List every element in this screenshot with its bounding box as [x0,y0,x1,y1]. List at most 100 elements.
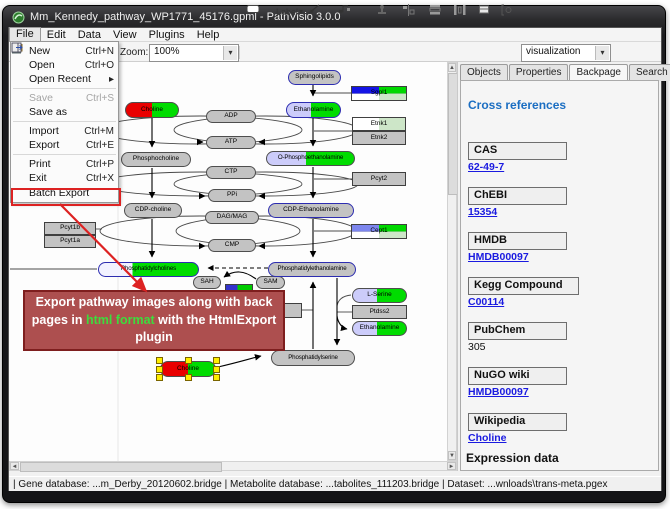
node-phosphatidylcholines[interactable]: Phosphatidylcholines [98,262,199,277]
selection-handle[interactable] [156,366,163,373]
import-icon [14,125,29,137]
node-choline[interactable]: Choline [125,102,179,118]
common-bounds-button[interactable] [500,3,506,20]
xref-header-cas: CAS [468,142,567,160]
file-menu-item-new[interactable]: NewCtrl+N [11,44,118,58]
selection-handle[interactable] [185,357,192,364]
node-pcyt2[interactable]: Pcyt2 [352,172,406,186]
status-text: | Gene database: ...m_Derby_20120602.bri… [13,479,607,490]
connector-tool-button[interactable]: ▾ [336,3,346,20]
menu-separator [13,88,116,89]
datanode-tool-button[interactable]: ▾ [245,3,255,20]
horizontal-scrollbar[interactable]: ◄ ► [9,461,457,471]
scroll-left-icon[interactable]: ◄ [10,462,19,470]
vertical-scrollbar[interactable]: ▲ ▼ [447,62,457,461]
node-anchor-box[interactable] [284,303,302,318]
menu-view[interactable]: View [107,28,143,42]
node-phosphocholine[interactable]: Phosphocholine [121,152,191,167]
node-cmp[interactable]: CMP [208,239,256,252]
tab-properties[interactable]: Properties [509,64,569,81]
selection-handle[interactable] [156,357,163,364]
line-tool-button[interactable]: ▾ [307,3,317,20]
node-ppi[interactable]: PPi [208,189,256,202]
stack-vertical-button[interactable] [428,3,434,20]
open-folder-icon [14,59,29,71]
annotation-callout: Export pathway images along with back pa… [23,290,285,351]
node-etnk1[interactable]: Etnk1 [352,117,406,131]
visualization-combo[interactable]: visualization ▾ [521,44,611,62]
xref-link-cas[interactable]: 62-49-7 [468,161,504,173]
node-etnk2[interactable]: Etnk2 [352,131,406,145]
xref-link-nugo[interactable]: HMDB00097 [468,386,529,398]
connector-icon [337,4,350,14]
node-sphingolipids[interactable]: Sphingolipids [288,70,341,85]
node-ptdss2[interactable]: Ptdss2 [352,305,407,319]
node-cdp-ethanolamine[interactable]: CDP-Ethanolamine [268,203,354,218]
file-menu-item-exit[interactable]: ExitCtrl+X [11,171,118,185]
scroll-right-icon[interactable]: ► [447,462,456,470]
node-dag-mag[interactable]: DAG/MAG [205,211,259,224]
node-pcyt1a[interactable]: Pcyt1a [44,235,96,248]
distribute-horizontal-button[interactable] [452,3,458,20]
submenu-arrow-icon: ▸ [109,74,114,85]
export-icon [14,139,29,151]
selection-handle[interactable] [213,357,220,364]
zoom-combo[interactable]: 100% ▾ [149,44,239,62]
xref-link-wikipedia[interactable]: Choline [468,432,507,444]
selection-handle[interactable] [185,374,192,381]
menu-edit[interactable]: Edit [41,28,72,42]
tab-objects[interactable]: Objects [460,64,508,81]
file-menu-item-save-as[interactable]: Save as [11,105,118,119]
chevron-down-icon[interactable]: ▾ [223,46,237,60]
selection-handle[interactable] [156,374,163,381]
xref-link-chebi[interactable]: 15354 [468,206,497,218]
scroll-up-icon[interactable]: ▲ [448,63,456,72]
file-menu-item-export[interactable]: ExportCtrl+E [11,138,118,152]
file-menu-item-open-recent[interactable]: Open Recent ▸ [11,72,118,86]
xref-link-kegg[interactable]: C00114 [468,296,504,308]
file-menu-item-print[interactable]: PrintCtrl+P [11,157,118,171]
stamp-tool-button[interactable] [375,3,381,20]
node-ethanolamine-bottom[interactable]: Ethanolamine [352,321,407,336]
node-pcyt1b[interactable]: Pcyt1b [44,222,96,235]
xref-header-hmdb: HMDB [468,232,567,250]
bounds-icon [501,4,513,16]
menu-separator [13,154,116,155]
menu-help[interactable]: Help [191,28,226,42]
menu-plugins[interactable]: Plugins [143,28,191,42]
chevron-down-icon: ▾ [299,7,303,16]
scrollbar-thumb[interactable] [20,462,222,472]
label-tool-button[interactable]: Label ▾ [273,3,306,20]
node-sgpl1[interactable]: Sgpl1 [351,86,407,101]
scale-icon [478,4,490,15]
scroll-down-icon[interactable]: ▼ [448,451,456,460]
node-sah[interactable]: SAH [193,276,221,289]
node-sam[interactable]: SAM [256,276,285,289]
file-menu-item-open[interactable]: OpenCtrl+O [11,58,118,72]
node-phosphatidylethanolamine[interactable]: Phosphatidylethanolamine [268,262,356,277]
scale-button[interactable] [477,3,483,20]
file-menu-item-import[interactable]: ImportCtrl+M [11,124,118,138]
distribute-icon [453,4,466,16]
node-cept1[interactable]: Cept1 [351,224,407,239]
align-center-button[interactable] [401,3,407,20]
node-cdp-choline[interactable]: CDP-choline [124,203,182,218]
menu-data[interactable]: Data [72,28,107,42]
xref-link-hmdb[interactable]: HMDB00097 [468,251,529,263]
chevron-down-icon[interactable]: ▾ [595,46,609,60]
datanode-icon [246,4,260,14]
node-ctp[interactable]: CTP [206,166,256,179]
node-atp[interactable]: ATP [206,136,256,149]
node-ethanolamine[interactable]: Ethanolamine [286,102,341,118]
node-l-serine[interactable]: L-Serine [352,288,407,303]
tab-search[interactable]: Search [629,64,670,81]
file-menu-item-save[interactable]: SaveCtrl+S [11,91,118,105]
node-adp[interactable]: ADP [206,110,256,123]
selection-handle[interactable] [213,374,220,381]
align-center-icon [402,4,415,16]
node-o-phosphoethanolamine[interactable]: O-Phosphoethanolamine [266,151,355,166]
xref-header-wikipedia: Wikipedia [468,413,567,431]
selection-handle[interactable] [213,366,220,373]
node-phosphatidylserine[interactable]: Phosphatidylserine [271,350,355,366]
save-disk-icon [14,92,29,104]
